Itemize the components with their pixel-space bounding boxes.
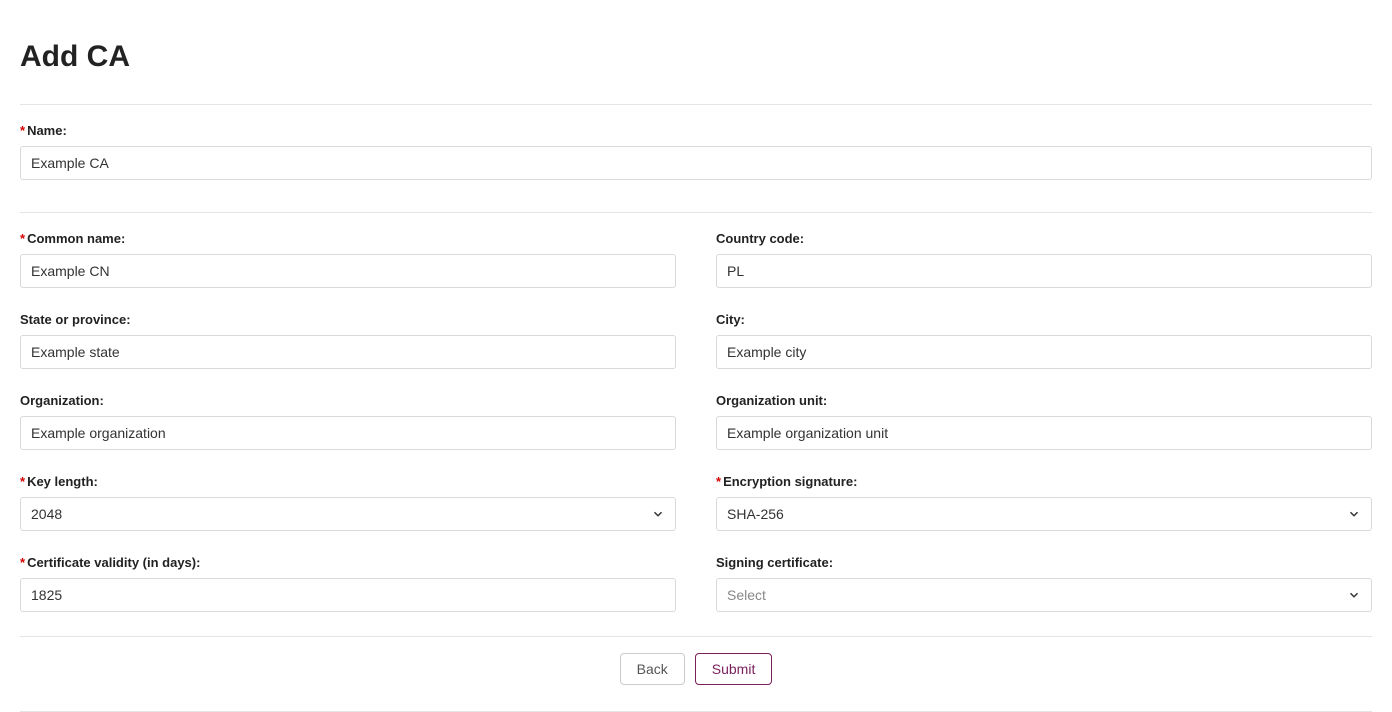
submit-button[interactable]: Submit <box>695 653 773 685</box>
organization-label-text: Organization: <box>20 393 104 408</box>
key-length-value: 2048 <box>31 506 62 522</box>
section-name: *Name: <box>20 104 1372 213</box>
city-input[interactable] <box>716 335 1372 369</box>
country-code-input[interactable] <box>716 254 1372 288</box>
certificate-validity-input[interactable] <box>20 578 676 612</box>
required-mark: * <box>20 231 25 246</box>
common-name-label: *Common name: <box>20 231 676 246</box>
signing-certificate-select[interactable]: Select <box>716 578 1372 612</box>
common-name-input[interactable] <box>20 254 676 288</box>
section-details: *Common name: Country code: State or pro… <box>20 213 1372 628</box>
encryption-signature-select[interactable]: SHA-256 <box>716 497 1372 531</box>
signing-certificate-label-text: Signing certificate: <box>716 555 833 570</box>
city-label: City: <box>716 312 1372 327</box>
certificate-validity-label: *Certificate validity (in days): <box>20 555 676 570</box>
actions-bar: Back Submit <box>20 637 1372 701</box>
country-code-label-text: Country code: <box>716 231 804 246</box>
chevron-down-icon <box>1347 588 1361 602</box>
state-label: State or province: <box>20 312 676 327</box>
back-button[interactable]: Back <box>620 653 685 685</box>
organization-unit-label: Organization unit: <box>716 393 1372 408</box>
required-mark: * <box>20 474 25 489</box>
encryption-signature-value: SHA-256 <box>727 506 784 522</box>
certificate-validity-label-text: Certificate validity (in days): <box>27 555 200 570</box>
country-code-label: Country code: <box>716 231 1372 246</box>
signing-certificate-placeholder: Select <box>727 587 766 603</box>
organization-unit-label-text: Organization unit: <box>716 393 827 408</box>
key-length-label: *Key length: <box>20 474 676 489</box>
required-mark: * <box>20 555 25 570</box>
chevron-down-icon <box>1347 507 1361 521</box>
key-length-label-text: Key length: <box>27 474 98 489</box>
encryption-signature-label-text: Encryption signature: <box>723 474 857 489</box>
name-label-text: Name: <box>27 123 67 138</box>
organization-unit-input[interactable] <box>716 416 1372 450</box>
page-title: Add CA <box>20 0 1372 104</box>
required-mark: * <box>716 474 721 489</box>
state-label-text: State or province: <box>20 312 131 327</box>
chevron-down-icon <box>651 507 665 521</box>
signing-certificate-label: Signing certificate: <box>716 555 1372 570</box>
state-input[interactable] <box>20 335 676 369</box>
name-label: *Name: <box>20 123 1372 138</box>
organization-label: Organization: <box>20 393 676 408</box>
common-name-label-text: Common name: <box>27 231 125 246</box>
name-input[interactable] <box>20 146 1372 180</box>
organization-input[interactable] <box>20 416 676 450</box>
required-mark: * <box>20 123 25 138</box>
encryption-signature-label: *Encryption signature: <box>716 474 1372 489</box>
key-length-select[interactable]: 2048 <box>20 497 676 531</box>
city-label-text: City: <box>716 312 745 327</box>
